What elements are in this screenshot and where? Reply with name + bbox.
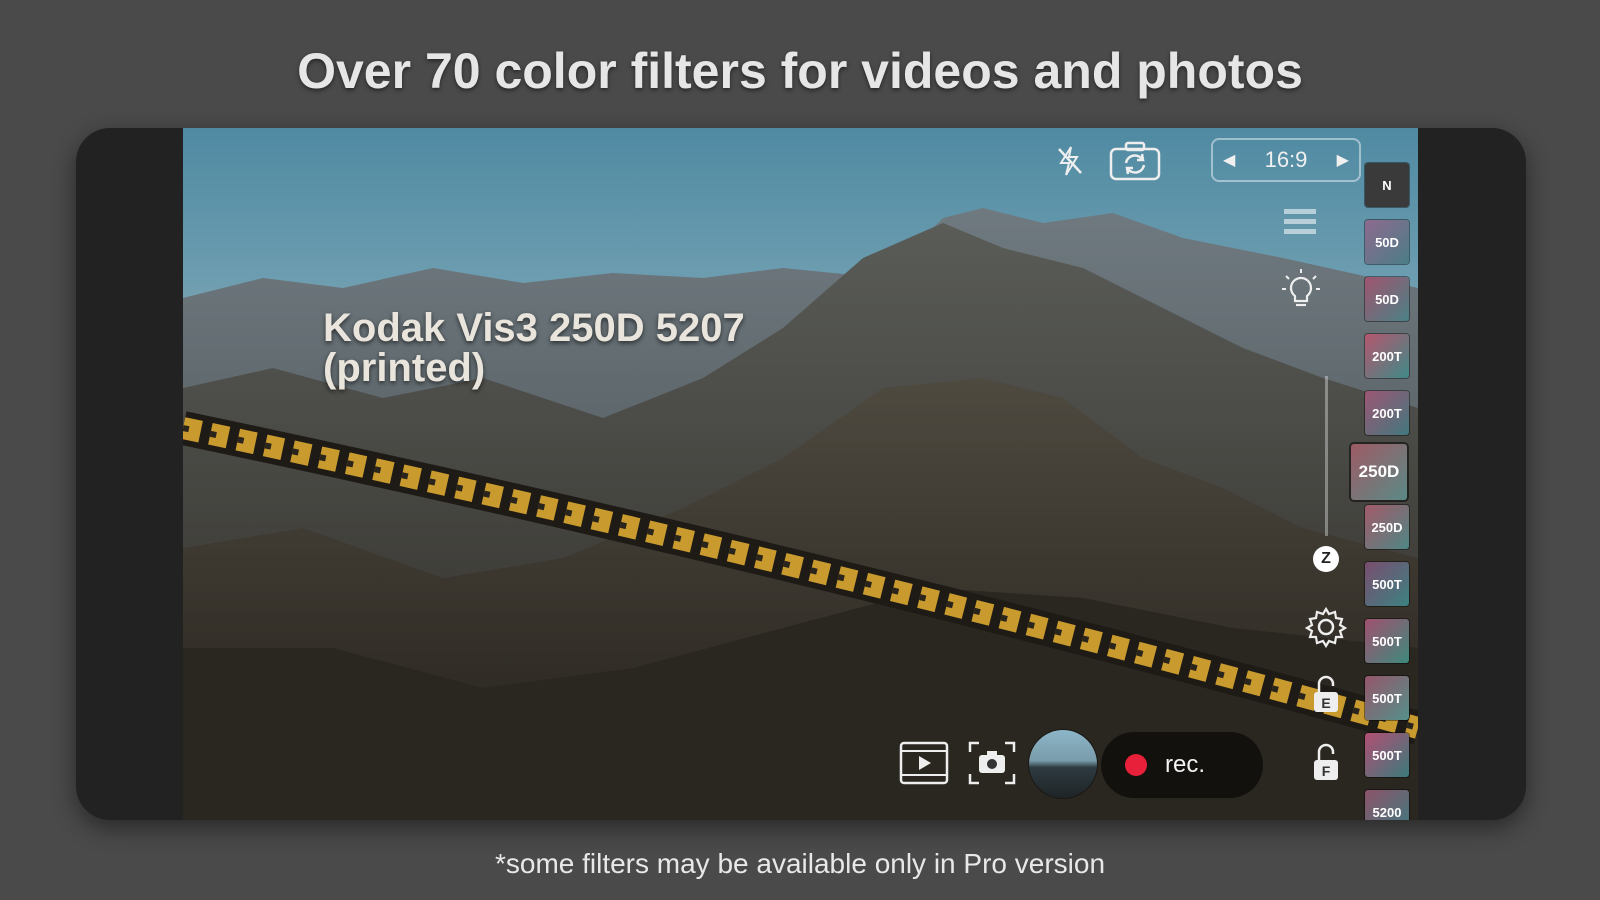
aspect-ratio-value: 16:9 <box>1264 147 1308 172</box>
zoom-slider-knob[interactable]: Z <box>1313 546 1339 572</box>
flash-toggle-button[interactable] <box>1053 144 1087 178</box>
filter-name-line1: Kodak Vis3 250D 5207 <box>323 306 745 350</box>
filter-thumbnail-0[interactable]: N <box>1365 163 1409 207</box>
filter-thumbnail-10[interactable]: 500T <box>1365 733 1409 777</box>
filter-thumbnail-9[interactable]: 500T <box>1365 676 1409 720</box>
film-play-icon <box>899 741 949 785</box>
filter-thumbnail-8[interactable]: 500T <box>1365 619 1409 663</box>
record-label: rec. <box>1165 751 1206 778</box>
exposure-lock-button[interactable]: E <box>1311 674 1341 716</box>
footnote: *some filters may be available only in P… <box>494 848 1106 879</box>
lightbulb-icon <box>1282 269 1320 307</box>
zoom-slider-track[interactable] <box>1325 376 1328 536</box>
menu-button[interactable] <box>1283 206 1317 238</box>
filter-thumbnail-11[interactable]: 5200 <box>1365 790 1409 820</box>
last-capture-thumbnail[interactable] <box>1029 730 1097 798</box>
phone-frame: Kodak Vis3 250D 5207 (printed) ◀ 16:9 ▶ <box>76 128 1526 820</box>
gear-icon <box>1305 606 1347 648</box>
filter-name-line2: (printed) <box>323 346 486 390</box>
record-dot-icon <box>1125 754 1147 776</box>
camera-switch-icon <box>1109 141 1161 181</box>
gallery-button[interactable] <box>899 740 949 786</box>
mountain-scene <box>183 208 1418 820</box>
filter-thumbnail-3[interactable]: 200T <box>1365 334 1409 378</box>
aspect-ratio-selector[interactable]: ◀ 16:9 ▶ <box>1211 138 1361 182</box>
record-button[interactable]: rec. <box>1101 732 1263 798</box>
flash-off-icon <box>1058 146 1082 176</box>
filter-thumbnail-4[interactable]: 200T <box>1365 391 1409 435</box>
camera-icon <box>968 741 1016 785</box>
filter-thumbnail-1[interactable]: 50D <box>1365 220 1409 264</box>
filter-name-overlay: Kodak Vis3 250D 5207 (printed) <box>323 308 843 388</box>
chevron-left-icon[interactable]: ◀ <box>1223 150 1235 170</box>
unlock-icon: F <box>1314 743 1338 780</box>
settings-button[interactable] <box>1305 606 1347 648</box>
switch-camera-button[interactable] <box>1109 140 1161 182</box>
filter-thumbnail-6[interactable]: 250D <box>1365 505 1409 549</box>
headline: Over 70 color filters for videos and pho… <box>297 43 1303 99</box>
focus-lock-button[interactable]: F <box>1311 742 1341 784</box>
chevron-right-icon[interactable]: ▶ <box>1337 150 1349 170</box>
lock-e-label: E <box>1321 695 1330 711</box>
filter-thumbnail-7[interactable]: 500T <box>1365 562 1409 606</box>
photo-mode-button[interactable] <box>967 740 1017 786</box>
exposure-button[interactable] <box>1281 268 1321 310</box>
filter-strip[interactable]: N 50D 50D 200T 200T 250D 250D 500T 500T 500T 500T 5… <box>1351 163 1413 820</box>
lock-f-label: F <box>1322 763 1331 779</box>
camera-viewfinder[interactable]: Kodak Vis3 250D 5207 (printed) ◀ 16:9 ▶ <box>183 128 1418 820</box>
filter-thumbnail-2[interactable]: 50D <box>1365 277 1409 321</box>
menu-icon <box>1284 209 1316 234</box>
unlock-icon: E <box>1314 675 1338 712</box>
filter-thumbnail-5[interactable]: 250D <box>1351 444 1407 500</box>
